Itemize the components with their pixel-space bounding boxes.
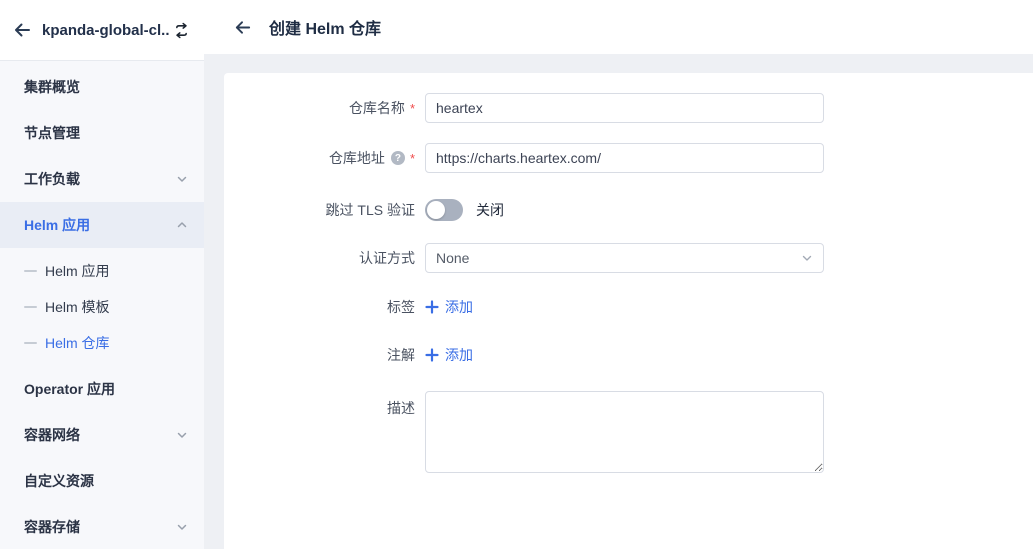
tags-label: 标签 xyxy=(387,297,415,317)
dash-bullet xyxy=(24,342,37,344)
plus-icon xyxy=(425,348,439,362)
sidebar-item-node-management[interactable]: 节点管理 xyxy=(0,110,204,156)
create-helm-repo-page: kpanda-global-cl... 集群概览 节点管理 工作负载 xyxy=(0,0,1033,549)
form-card: 仓库名称 * 仓库地址 ? * 跳过 xyxy=(224,73,1033,549)
sidebar-subitem-helm-repos[interactable]: Helm 仓库 xyxy=(0,325,204,361)
sidebar-item-container-storage[interactable]: 容器存储 xyxy=(0,504,204,549)
auth-method-select[interactable]: None xyxy=(425,243,824,273)
repo-url-row: 仓库地址 ? * xyxy=(224,143,1033,173)
skip-tls-state: 关闭 xyxy=(476,200,504,220)
page-back-button[interactable] xyxy=(230,15,254,39)
skip-tls-row: 跳过 TLS 验证 关闭 xyxy=(224,199,1033,221)
select-chevron-down-icon xyxy=(801,252,813,264)
plus-icon xyxy=(425,300,439,314)
add-annotation-button[interactable]: 添加 xyxy=(425,345,473,365)
sidebar: kpanda-global-cl... 集群概览 节点管理 工作负载 xyxy=(0,0,204,549)
dash-bullet xyxy=(24,306,37,308)
repo-name-input[interactable] xyxy=(425,93,824,123)
auth-method-row: 认证方式 None xyxy=(224,243,1033,273)
page-header: 创建 Helm 仓库 xyxy=(204,0,1033,54)
sidebar-item-workloads[interactable]: 工作负载 xyxy=(0,156,204,202)
sidebar-subitem-helm-apps[interactable]: Helm 应用 xyxy=(0,253,204,289)
required-asterisk: * xyxy=(410,152,415,165)
required-asterisk: * xyxy=(410,102,415,115)
sidebar-back-button[interactable] xyxy=(10,18,34,42)
description-textarea[interactable] xyxy=(425,391,824,473)
sidebar-item-container-network[interactable]: 容器网络 xyxy=(0,412,204,458)
main-area: 创建 Helm 仓库 仓库名称 * 仓库地址 ? * xyxy=(204,0,1033,549)
content-background: 仓库名称 * 仓库地址 ? * 跳过 xyxy=(204,54,1033,549)
auth-method-value: None xyxy=(436,250,801,266)
skip-tls-label: 跳过 TLS 验证 xyxy=(326,200,415,220)
sidebar-item-custom-resources[interactable]: 自定义资源 xyxy=(0,458,204,504)
chevron-down-icon xyxy=(176,521,188,533)
toggle-knob xyxy=(427,201,445,219)
description-row: 描述 xyxy=(224,391,1033,473)
add-tag-button[interactable]: 添加 xyxy=(425,297,473,317)
sidebar-header: kpanda-global-cl... xyxy=(0,0,204,61)
repo-url-input[interactable] xyxy=(425,143,824,173)
chevron-down-icon xyxy=(176,429,188,441)
help-icon[interactable]: ? xyxy=(391,151,405,165)
repo-url-label: 仓库地址 xyxy=(329,148,385,168)
sidebar-item-helm-apps[interactable]: Helm 应用 xyxy=(0,202,204,248)
cluster-name: kpanda-global-cl... xyxy=(42,22,170,39)
arrow-left-icon xyxy=(12,20,32,40)
sidebar-item-operator-apps[interactable]: Operator 应用 xyxy=(0,366,204,412)
annotations-label: 注解 xyxy=(387,345,415,365)
tags-row: 标签 添加 xyxy=(224,297,1033,317)
page-title: 创建 Helm 仓库 xyxy=(269,15,381,39)
repo-name-row: 仓库名称 * xyxy=(224,93,1033,123)
repo-name-label: 仓库名称 xyxy=(349,98,405,118)
dash-bullet xyxy=(24,270,37,272)
sidebar-item-cluster-overview[interactable]: 集群概览 xyxy=(0,64,204,110)
description-label: 描述 xyxy=(387,398,415,418)
sidebar-subitem-helm-templates[interactable]: Helm 模板 xyxy=(0,289,204,325)
switch-cluster-icon[interactable] xyxy=(170,19,192,41)
skip-tls-toggle[interactable] xyxy=(425,199,463,221)
arrow-left-icon xyxy=(233,18,252,37)
helm-submenu: Helm 应用 Helm 模板 Helm 仓库 xyxy=(0,248,204,366)
auth-method-label: 认证方式 xyxy=(359,248,415,268)
chevron-up-icon xyxy=(176,219,188,231)
annotations-row: 注解 添加 xyxy=(224,345,1033,365)
chevron-down-icon xyxy=(176,173,188,185)
sidebar-nav: 集群概览 节点管理 工作负载 Helm 应用 Helm 应用 xyxy=(0,61,204,549)
